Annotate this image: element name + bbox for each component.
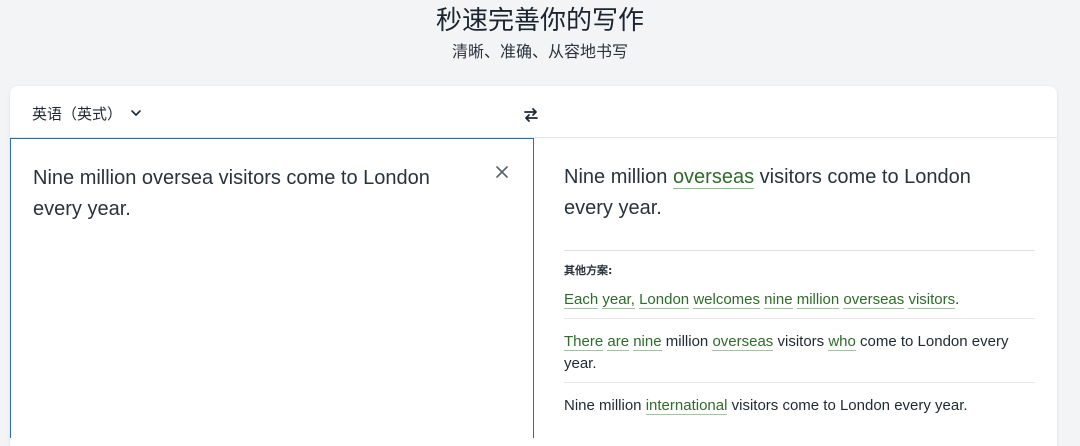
- text-fragment: visitors: [773, 333, 829, 350]
- swap-arrows-icon[interactable]: [523, 106, 539, 124]
- text-fragment: million: [661, 333, 713, 350]
- suggested-word[interactable]: nine: [633, 333, 662, 351]
- suggested-word[interactable]: overseas: [843, 291, 905, 309]
- suggested-word[interactable]: who: [828, 333, 856, 351]
- alternative-item[interactable]: There are nine million overseas visitors…: [564, 331, 1024, 375]
- alternatives-title: 其他方案:: [564, 264, 613, 277]
- corrected-text: Nine million overseas visitors come to L…: [564, 162, 1014, 224]
- text-fragment: Nine million: [564, 166, 673, 188]
- close-icon[interactable]: [493, 163, 511, 181]
- alternative-item[interactable]: Each year, London welcomes nine million …: [564, 289, 1024, 311]
- alternative-item[interactable]: Nine million international visitors come…: [564, 395, 1024, 417]
- divider: [564, 250, 1035, 251]
- editor-panel: 英语（英式） Nine million oversea visitors com…: [10, 86, 1057, 446]
- output-pane: Nine million overseas visitors come to L…: [534, 138, 1057, 438]
- page-subtitle: 清晰、准确、从容地书写: [451, 42, 628, 61]
- input-pane[interactable]: Nine million oversea visitors come to Lo…: [10, 138, 534, 438]
- suggested-word[interactable]: London: [639, 291, 690, 309]
- suggested-word[interactable]: Each: [564, 291, 599, 309]
- divider: [564, 382, 1035, 383]
- divider: [564, 318, 1035, 319]
- page-title: 秒速完善你的写作: [435, 6, 644, 36]
- suggested-word[interactable]: welcomes: [693, 291, 760, 309]
- suggested-word[interactable]: international: [645, 397, 728, 415]
- input-textarea[interactable]: Nine million oversea visitors come to Lo…: [33, 163, 473, 225]
- text-fragment: .: [955, 291, 960, 308]
- hero-header: 秒速完善你的写作 清晰、准确、从容地书写: [0, 0, 1080, 86]
- suggested-word[interactable]: year,: [602, 291, 635, 309]
- suggested-word[interactable]: There: [564, 333, 604, 351]
- suggested-word[interactable]: visitors: [908, 291, 956, 309]
- suggested-word[interactable]: overseas: [672, 166, 755, 189]
- suggested-word[interactable]: nine: [764, 291, 793, 309]
- suggested-word[interactable]: are: [607, 333, 630, 351]
- chevron-down-icon: [130, 107, 142, 119]
- text-fragment: Nine million: [564, 397, 646, 414]
- suggested-word[interactable]: overseas: [712, 333, 774, 351]
- suggested-word[interactable]: million: [796, 291, 840, 309]
- text-fragment: visitors come to London every year.: [727, 397, 968, 414]
- language-label: 英语（英式）: [32, 104, 123, 123]
- language-selector[interactable]: 英语（英式）: [32, 102, 142, 124]
- language-toolbar: 英语（英式）: [10, 86, 1057, 138]
